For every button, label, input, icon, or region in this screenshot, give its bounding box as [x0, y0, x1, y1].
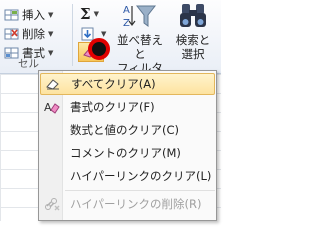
insert-cells-icon — [4, 8, 20, 22]
group-separator — [72, 4, 73, 66]
menu-item-label: コメントのクリア(M) — [70, 146, 181, 160]
dropdown-arrow-icon: ▼ — [93, 10, 99, 18]
eraser-icon — [41, 77, 65, 91]
delete-cells-icon — [4, 27, 20, 41]
clear-dropdown-menu: すべてクリア(A) A 書式のクリア(F) 数式と値のクリア(C) コメントのク… — [38, 70, 217, 221]
annotation-circle — [88, 38, 110, 60]
menu-item-label: 書式のクリア(F) — [70, 100, 155, 114]
menu-item-label: ハイパーリンクのクリア(L) — [70, 169, 212, 183]
find-select-button[interactable]: 検索と 選択 — [168, 2, 218, 61]
menu-item-label: 数式と値のクリア(C) — [70, 123, 180, 137]
menu-item-clear-formats[interactable]: A 書式のクリア(F) — [40, 96, 215, 118]
delete-label: 削除 — [22, 27, 45, 41]
autosum-icon: Σ — [80, 5, 91, 23]
menu-item-clear-comments[interactable]: コメントのクリア(M) — [40, 142, 215, 164]
menu-item-label: すべてクリア(A) — [71, 77, 156, 91]
menu-separator — [65, 190, 215, 191]
dropdown-arrow-icon: ▼ — [48, 11, 54, 19]
cells-group-label: セル — [18, 58, 39, 70]
clear-formats-icon: A — [40, 100, 64, 114]
insert-label: 挿入 — [22, 8, 45, 22]
dropdown-arrow-icon: ▼ — [48, 30, 54, 38]
menu-item-remove-hyperlinks[interactable]: ハイパーリンクの削除(R) — [40, 193, 215, 215]
menu-item-clear-all[interactable]: すべてクリア(A) — [40, 73, 215, 95]
menu-item-clear-contents[interactable]: 数式と値のクリア(C) — [40, 119, 215, 141]
autosum-button[interactable]: Σ ▼ — [80, 5, 99, 23]
delete-button[interactable]: 削除 ▼ — [4, 25, 53, 43]
svg-text:A: A — [123, 5, 130, 16]
insert-button[interactable]: 挿入 ▼ — [4, 6, 53, 24]
remove-hyperlink-icon — [40, 197, 64, 211]
svg-text:A: A — [44, 101, 52, 114]
find-select-label-1: 検索と — [175, 33, 211, 47]
dropdown-arrow-icon: ▼ — [48, 49, 54, 57]
ribbon: 挿入 ▼ 削除 ▼ 書式 ▼ セル Σ ▼ ▼ A Z 並べ替えと フィルタ 検… — [0, 0, 221, 89]
sort-filter-icon: A Z — [123, 5, 157, 33]
menu-item-label: ハイパーリンクの削除(R) — [70, 197, 202, 211]
sort-filter-label-1: 並べ替えと — [117, 33, 163, 61]
find-select-label-2: 選択 — [181, 47, 205, 61]
menu-item-clear-hyperlinks[interactable]: ハイパーリンクのクリア(L) — [40, 165, 215, 187]
svg-text:Z: Z — [123, 18, 130, 29]
binoculars-icon — [178, 4, 208, 33]
dropdown-arrow-icon: ▼ — [101, 30, 107, 38]
